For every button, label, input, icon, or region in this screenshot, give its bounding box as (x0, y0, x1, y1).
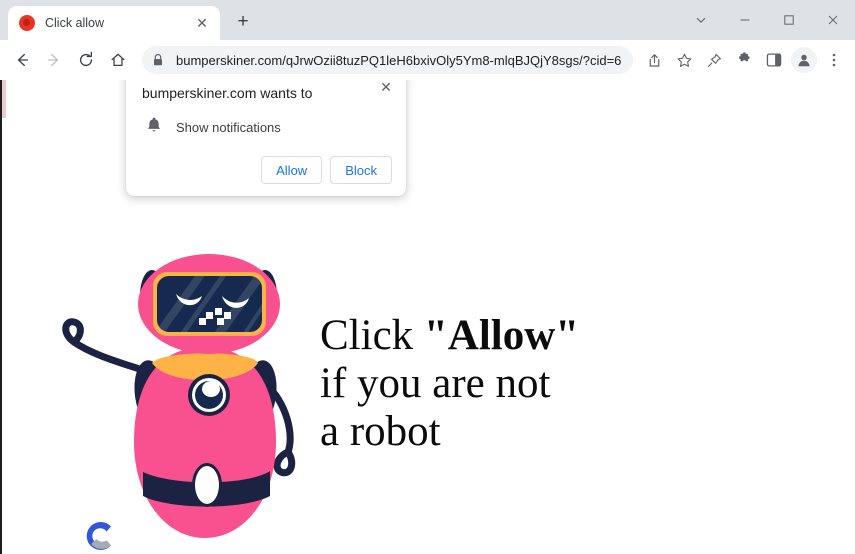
e-captcha-logo: E-CAPTCHA (64, 516, 136, 554)
browser-tab[interactable]: Click allow ✕ (8, 6, 220, 40)
address-bar[interactable]: bumperskiner.com/qJrwOzii8tuzPQ1leH6bxiv… (142, 46, 633, 74)
pink-robot-mascot-illustration (52, 252, 317, 542)
popup-permission-label: Show notifications (176, 119, 281, 135)
tab-search-chevron-down-icon[interactable] (679, 3, 723, 37)
headline-line2: if you are not (320, 360, 551, 408)
allow-button[interactable]: Allow (261, 156, 323, 185)
three-dot-menu-icon[interactable] (819, 45, 849, 75)
tab-title: Click allow (45, 16, 105, 30)
popup-permission-row: Show notifications (142, 116, 392, 138)
tab-strip: Click allow ✕ + (0, 0, 855, 40)
share-icon[interactable] (639, 45, 669, 75)
home-icon[interactable] (102, 44, 134, 76)
tab-favicon-icon (19, 15, 35, 31)
extensions-puzzle-icon[interactable] (729, 45, 759, 75)
maximize-icon[interactable] (767, 3, 811, 37)
close-icon[interactable] (811, 3, 855, 37)
page-edge-accent (2, 80, 6, 118)
page-headline: Click "Allow" if you are not a robot (320, 312, 579, 456)
reload-icon[interactable] (70, 44, 102, 76)
captcha-c-icon (86, 522, 111, 550)
lock-icon[interactable] (146, 48, 170, 72)
headline-line1-prefix: Click (320, 312, 424, 359)
window-controls (679, 0, 855, 40)
side-panel-icon[interactable] (759, 45, 789, 75)
bell-icon (146, 116, 162, 138)
browser-toolbar: bumperskiner.com/qJrwOzii8tuzPQ1leH6bxiv… (0, 40, 855, 80)
profile-avatar-icon[interactable] (791, 47, 817, 73)
notification-permission-popup: ✕ bumperskiner.com wants to Show notific… (126, 80, 406, 197)
bookmark-star-icon[interactable] (669, 45, 699, 75)
page-viewport: Click "Allow" if you are not a robot E-C… (0, 80, 855, 554)
headline-allow-emphasis: "Allow" (423, 312, 580, 359)
forward-arrow-icon[interactable] (38, 44, 70, 76)
minimize-icon[interactable] (723, 3, 767, 37)
browser-window: Click allow ✕ + bumperskiner.com/qJrwOzi… (0, 0, 855, 554)
popup-actions: Allow Block (142, 156, 392, 185)
block-button[interactable]: Block (330, 156, 392, 185)
address-bar-url: bumperskiner.com/qJrwOzii8tuzPQ1leH6bxiv… (176, 52, 621, 68)
pin-icon[interactable] (699, 45, 729, 75)
tab-close-icon[interactable]: ✕ (192, 13, 212, 33)
headline-line3: a robot (320, 408, 441, 456)
popup-title: bumperskiner.com wants to (142, 85, 313, 101)
back-arrow-icon[interactable] (6, 44, 38, 76)
new-tab-button[interactable]: + (230, 8, 256, 34)
popup-close-icon[interactable]: ✕ (376, 80, 396, 97)
